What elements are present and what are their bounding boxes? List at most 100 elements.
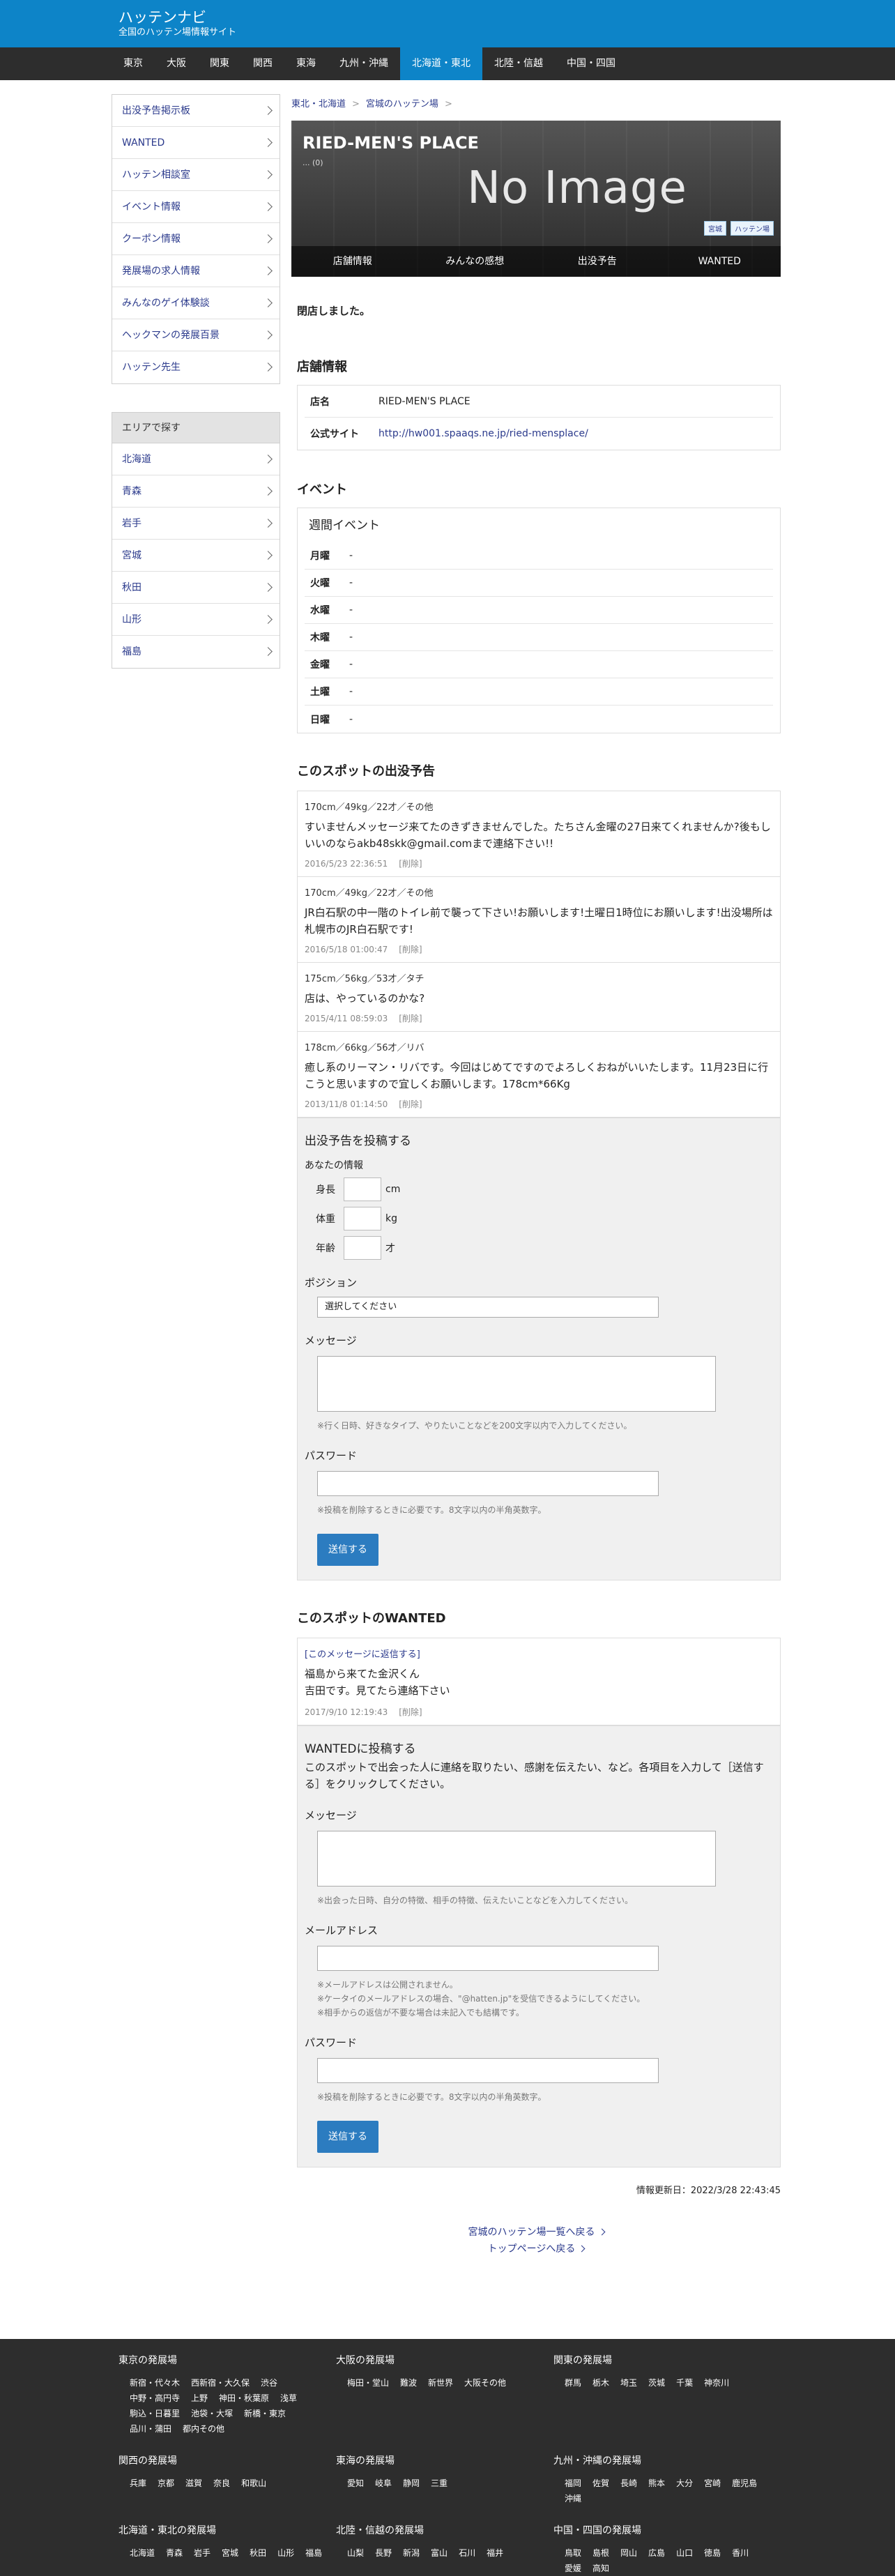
footer-link[interactable]: 梅田・堂山 xyxy=(347,2377,389,2389)
tag-badge[interactable]: 宮城 xyxy=(704,221,726,236)
delete-link[interactable]: [削除] xyxy=(399,1707,422,1717)
area-item[interactable]: 岩手 xyxy=(112,508,280,540)
footer-link[interactable]: 滋賀 xyxy=(185,2477,202,2490)
area-item[interactable]: 秋田 xyxy=(112,572,280,604)
footer-link[interactable]: 高知 xyxy=(592,2562,609,2575)
footer-link[interactable]: 大阪その他 xyxy=(464,2377,506,2389)
tab-shop-info[interactable]: 店舗情報 xyxy=(291,246,414,277)
footer-link[interactable]: 新世界 xyxy=(428,2377,453,2389)
footer-link[interactable]: 群馬 xyxy=(565,2377,581,2389)
message-textarea[interactable] xyxy=(317,1356,716,1412)
back-to-list-link[interactable]: 宮城のハッテン場一覧へ戻る xyxy=(468,2227,595,2238)
height-input[interactable] xyxy=(344,1178,381,1201)
footer-link[interactable]: 神奈川 xyxy=(704,2377,729,2389)
footer-link[interactable]: 北海道 xyxy=(130,2547,155,2559)
site-title[interactable]: ハッテンナビ xyxy=(118,8,895,26)
footer-link[interactable]: 大分 xyxy=(676,2477,693,2490)
footer-link[interactable]: 中野・高円寺 xyxy=(130,2392,180,2404)
weight-input[interactable] xyxy=(344,1207,381,1230)
footer-link[interactable]: 長崎 xyxy=(620,2477,637,2490)
nav-item[interactable]: 北陸・信越 xyxy=(482,47,555,80)
tab-wanted[interactable]: WANTED xyxy=(659,246,781,277)
footer-link[interactable]: 佐賀 xyxy=(592,2477,609,2490)
footer-link[interactable]: 福島 xyxy=(305,2547,322,2559)
nav-item[interactable]: 東海 xyxy=(284,47,328,80)
back-to-top-link[interactable]: トップページへ戻る xyxy=(488,2243,576,2255)
sidebar-item[interactable]: ハッテン相談室 xyxy=(112,159,280,191)
footer-link[interactable]: 福岡 xyxy=(565,2477,581,2490)
delete-link[interactable]: [削除] xyxy=(399,859,422,869)
footer-link[interactable]: 宮崎 xyxy=(704,2477,721,2490)
footer-link[interactable]: 愛知 xyxy=(347,2477,364,2490)
footer-link[interactable]: 品川・蒲田 xyxy=(130,2423,171,2435)
footer-heading[interactable]: 関西の発展場 xyxy=(118,2453,336,2467)
footer-link[interactable]: 茨城 xyxy=(648,2377,665,2389)
tag-badge[interactable]: ハッテン場 xyxy=(730,221,774,236)
submit-button[interactable]: 送信する xyxy=(317,2121,378,2153)
footer-link[interactable]: 鳥取 xyxy=(565,2547,581,2559)
footer-link[interactable]: 愛媛 xyxy=(565,2562,581,2575)
footer-link[interactable]: 兵庫 xyxy=(130,2477,146,2490)
footer-link[interactable]: 福井 xyxy=(487,2547,503,2559)
breadcrumb-link[interactable]: 東北・北海道 xyxy=(291,99,346,109)
nav-item[interactable]: 大阪 xyxy=(155,47,198,80)
footer-link[interactable]: 浅草 xyxy=(280,2392,297,2404)
footer-link[interactable]: 新潟 xyxy=(403,2547,420,2559)
footer-link[interactable]: 渋谷 xyxy=(261,2377,277,2389)
nav-item[interactable]: 中国・四国 xyxy=(555,47,627,80)
area-item[interactable]: 福島 xyxy=(112,636,280,668)
sidebar-item[interactable]: ヘックマンの発展百景 xyxy=(112,319,280,351)
footer-link[interactable]: 静岡 xyxy=(403,2477,420,2490)
footer-link[interactable]: 三重 xyxy=(431,2477,448,2490)
area-item[interactable]: 山形 xyxy=(112,604,280,636)
age-input[interactable] xyxy=(344,1236,381,1260)
footer-link[interactable]: 沖縄 xyxy=(565,2492,581,2505)
footer-link[interactable]: 上野 xyxy=(191,2392,208,2404)
footer-link[interactable]: 岩手 xyxy=(194,2547,211,2559)
footer-link[interactable]: 山梨 xyxy=(347,2547,364,2559)
footer-link[interactable]: 島根 xyxy=(592,2547,609,2559)
footer-link[interactable]: 難波 xyxy=(400,2377,417,2389)
footer-link[interactable]: 都内その他 xyxy=(183,2423,224,2435)
footer-link[interactable]: 神田・秋葉原 xyxy=(219,2392,269,2404)
footer-link[interactable]: 千葉 xyxy=(676,2377,693,2389)
tab-posts[interactable]: 出没予告 xyxy=(536,246,659,277)
sidebar-item[interactable]: WANTED xyxy=(112,127,280,159)
footer-link[interactable]: 池袋・大塚 xyxy=(191,2407,233,2420)
password-input[interactable] xyxy=(317,2058,659,2083)
footer-heading[interactable]: 関東の発展場 xyxy=(553,2353,771,2367)
footer-link[interactable]: 岡山 xyxy=(620,2547,637,2559)
footer-heading[interactable]: 大阪の発展場 xyxy=(336,2353,553,2367)
footer-link[interactable]: 宮城 xyxy=(222,2547,238,2559)
footer-heading[interactable]: 北海道・東北の発展場 xyxy=(118,2523,336,2537)
footer-heading[interactable]: 東京の発展場 xyxy=(118,2353,336,2367)
breadcrumb-link[interactable]: 宮城のハッテン場 xyxy=(366,99,438,109)
position-select[interactable]: 選択してください xyxy=(317,1297,659,1318)
nav-item[interactable]: 関東 xyxy=(198,47,241,80)
footer-heading[interactable]: 東海の発展場 xyxy=(336,2453,553,2467)
tab-reviews[interactable]: みんなの感想 xyxy=(414,246,537,277)
footer-link[interactable]: 西新宿・大久保 xyxy=(191,2377,250,2389)
footer-link[interactable]: 青森 xyxy=(166,2547,183,2559)
footer-link[interactable]: 京都 xyxy=(158,2477,174,2490)
sidebar-item[interactable]: ハッテン先生 xyxy=(112,351,280,383)
sidebar-item[interactable]: クーポン情報 xyxy=(112,223,280,255)
footer-link[interactable]: 鹿児島 xyxy=(732,2477,757,2490)
submit-button[interactable]: 送信する xyxy=(317,1534,378,1566)
reply-link[interactable]: [このメッセージに返信する] xyxy=(305,1647,773,1660)
sidebar-item[interactable]: みんなのゲイ体験談 xyxy=(112,287,280,319)
delete-link[interactable]: [削除] xyxy=(399,1099,422,1109)
delete-link[interactable]: [削除] xyxy=(399,1014,422,1023)
footer-link[interactable]: 和歌山 xyxy=(241,2477,266,2490)
nav-item[interactable]: 関西 xyxy=(241,47,284,80)
footer-link[interactable]: 山口 xyxy=(676,2547,693,2559)
footer-link[interactable]: 熊本 xyxy=(648,2477,665,2490)
footer-link[interactable]: 香川 xyxy=(732,2547,749,2559)
nav-item[interactable]: 九州・沖縄 xyxy=(328,47,400,80)
footer-link[interactable]: 栃木 xyxy=(592,2377,609,2389)
delete-link[interactable]: [削除] xyxy=(399,945,422,954)
official-site-link[interactable]: http://hw001.spaaqs.ne.jp/ried-mensplace… xyxy=(378,428,588,439)
email-field[interactable] xyxy=(317,1946,659,1971)
footer-link[interactable]: 埼玉 xyxy=(620,2377,637,2389)
message-textarea[interactable] xyxy=(317,1831,716,1887)
